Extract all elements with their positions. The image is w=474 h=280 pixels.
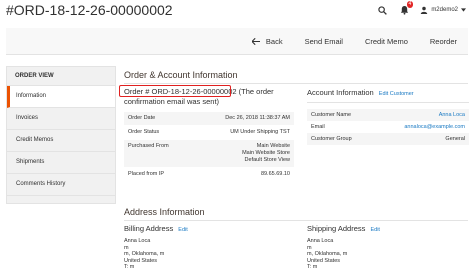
- billing-address: Billing Address Edit Anna Loca m m, Okla…: [124, 225, 286, 271]
- order-date-label: Order Date: [128, 115, 156, 121]
- sidebar-item-invoices[interactable]: Invoices: [7, 108, 115, 130]
- placed-from-ip-label: Placed from IP: [128, 171, 165, 177]
- order-status-value: UM Under Shipping TST: [230, 129, 290, 135]
- customer-group-value: General: [445, 136, 465, 142]
- reorder-button[interactable]: Reorder: [419, 28, 468, 54]
- table-row: Customer Group General: [307, 133, 469, 145]
- user-icon: [421, 6, 428, 14]
- account-information: Account Information Edit Customer Custom…: [307, 88, 469, 145]
- send-email-label: Send Email: [304, 36, 343, 46]
- page-title: #ORD-18-12-26-00000002: [6, 2, 173, 18]
- user-menu[interactable]: m2demo2: [420, 6, 466, 14]
- table-row: Placed from IP 89.65.69.10: [124, 168, 294, 182]
- page-actions-bar: Back Send Email Credit Memo Reorder: [6, 28, 468, 55]
- arrow-left-icon: [251, 37, 260, 45]
- shipping-address-lines: Anna Loca m m, Oklahoma, m United States…: [307, 238, 469, 271]
- table-row: Customer Name Anna Loca: [307, 109, 469, 121]
- table-row: Order Date Dec 26, 2018 11:38:37 AM: [124, 112, 294, 126]
- edit-shipping-address-link[interactable]: Edit: [370, 227, 379, 233]
- section-divider: [124, 83, 468, 84]
- store-name: Main Website Store: [242, 150, 290, 156]
- notifications-button[interactable]: 4: [398, 1, 414, 16]
- notification-count-badge: 4: [406, 1, 414, 8]
- sidebar-item-credit-memos[interactable]: Credit Memos: [7, 130, 115, 152]
- section-divider: [307, 102, 469, 103]
- header-actions: 4 m2demo2: [376, 1, 466, 16]
- username-label: m2demo2: [431, 7, 458, 13]
- customer-email-link[interactable]: annaloca@example.com: [404, 124, 465, 130]
- store-view-name: Default Store View: [244, 157, 290, 163]
- chevron-down-icon: [461, 8, 466, 12]
- order-email-status-line: confirmation email was sent): [124, 97, 220, 106]
- purchased-from-label: Purchased From: [128, 143, 169, 149]
- credit-memo-label: Credit Memo: [364, 36, 408, 46]
- order-account-section-title: Order & Account Information: [124, 70, 238, 80]
- reorder-label: Reorder: [429, 36, 457, 46]
- back-label: Back: [265, 36, 283, 46]
- order-heading: Order # ORD-18-12-26-00000002 (The order…: [119, 85, 274, 107]
- address-line: T: m: [307, 264, 318, 270]
- billing-address-lines: Anna Loca m m, Oklahoma, m United States…: [124, 238, 286, 271]
- order-date-value: Dec 26, 2018 11:38:37 AM: [225, 115, 290, 121]
- order-view-sidebar: ORDER VIEW Information Invoices Credit M…: [6, 66, 116, 204]
- account-info-title: Account Information: [307, 88, 374, 97]
- table-row: Email annaloca@example.com: [307, 121, 469, 133]
- credit-memo-button[interactable]: Credit Memo: [354, 28, 419, 54]
- sidebar-item-shipments[interactable]: Shipments: [7, 152, 115, 174]
- shipping-address: Shipping Address Edit Anna Loca m m, Okl…: [307, 225, 469, 271]
- customer-name-label: Customer Name: [311, 112, 352, 118]
- account-info-table: Customer Name Anna Loca Email annaloca@e…: [307, 109, 469, 145]
- sidebar-heading: ORDER VIEW: [7, 67, 115, 86]
- search-icon[interactable]: [376, 4, 388, 16]
- edit-billing-address-link[interactable]: Edit: [178, 227, 187, 233]
- address-section-title: Address Information: [124, 207, 205, 217]
- order-number-highlight: [119, 85, 231, 97]
- sidebar-item-information[interactable]: Information: [7, 86, 115, 108]
- table-row: Purchased From Main Website Main Website…: [124, 140, 294, 168]
- shipping-address-title-row: Shipping Address Edit: [307, 225, 469, 234]
- customer-name-link[interactable]: Anna Loca: [439, 112, 465, 118]
- sidebar-item-comments-history[interactable]: Comments History: [7, 174, 115, 196]
- account-info-title-row: Account Information Edit Customer: [307, 88, 469, 97]
- page-header: #ORD-18-12-26-00000002 4 m2demo2: [0, 0, 474, 24]
- address-line: T: m: [124, 264, 135, 270]
- order-status-label: Order Status: [128, 129, 160, 135]
- send-email-button[interactable]: Send Email: [294, 28, 354, 54]
- purchased-from-value: Main Website Main Website Store Default …: [242, 143, 290, 164]
- edit-customer-link[interactable]: Edit Customer: [379, 91, 414, 97]
- table-row: Order Status UM Under Shipping TST: [124, 126, 294, 140]
- back-button[interactable]: Back: [241, 28, 294, 54]
- email-label: Email: [311, 124, 325, 130]
- order-info-table: Order Date Dec 26, 2018 11:38:37 AM Orde…: [124, 112, 294, 182]
- billing-address-title: Billing Address: [124, 224, 174, 233]
- website-name: Main Website: [256, 143, 290, 149]
- customer-group-label: Customer Group: [311, 136, 352, 142]
- shipping-address-title: Shipping Address: [307, 224, 366, 233]
- placed-from-ip-value: 89.65.69.10: [260, 171, 290, 177]
- billing-address-title-row: Billing Address Edit: [124, 225, 286, 234]
- section-divider: [124, 220, 468, 221]
